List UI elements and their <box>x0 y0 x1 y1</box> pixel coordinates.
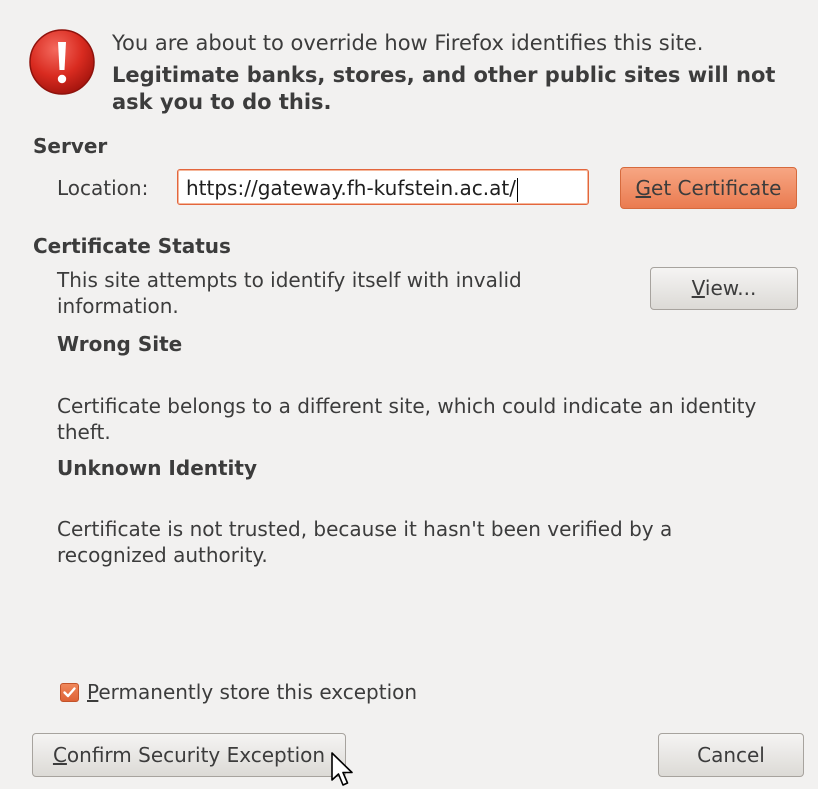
permanent-store-mnemonic: P <box>87 680 99 704</box>
confirm-label: onfirm Security Exception <box>66 743 326 767</box>
get-certificate-label: et Certificate <box>651 176 782 200</box>
get-certificate-mnemonic: G <box>635 176 652 200</box>
permanent-store-label[interactable]: Permanently store this exception <box>87 680 417 704</box>
issue-title-unknown-identity: Unknown Identity <box>57 456 258 480</box>
location-value: https://gateway.fh-kufstein.ac.at/ <box>186 176 516 200</box>
issue-title-wrong-site: Wrong Site <box>57 332 183 356</box>
confirm-security-exception-button[interactable]: Confirm Security Exception <box>32 733 346 777</box>
text-caret <box>516 177 518 202</box>
certificate-status-description: This site attempts to identify itself wi… <box>57 268 522 318</box>
issue-detail-wrong-site: Certificate belongs to a different site,… <box>57 394 757 444</box>
location-input[interactable]: https://gateway.fh-kufstein.ac.at/ <box>177 169 589 205</box>
cancel-button[interactable]: Cancel <box>658 733 804 777</box>
issue-detail-unknown-identity: Certificate is not trusted, because it h… <box>57 517 673 567</box>
permanent-store-text: ermanently store this exception <box>98 680 418 704</box>
checkmark-icon <box>63 687 76 698</box>
server-heading: Server <box>33 134 108 158</box>
permanent-store-checkbox[interactable] <box>60 683 79 702</box>
get-certificate-button[interactable]: Get Certificate <box>620 167 797 209</box>
warning-exclamation-icon <box>29 29 95 95</box>
intro-text: You are about to override how Firefox id… <box>112 31 704 55</box>
certificate-status-heading: Certificate Status <box>33 234 231 258</box>
mouse-pointer-icon <box>331 752 353 786</box>
confirm-mnemonic: C <box>52 743 67 767</box>
view-mnemonic: V <box>691 276 705 300</box>
view-button[interactable]: View... <box>650 267 798 310</box>
location-label: Location: <box>57 176 149 200</box>
view-label: iew... <box>704 276 757 300</box>
warning-text: Legitimate banks, stores, and other publ… <box>112 63 776 114</box>
